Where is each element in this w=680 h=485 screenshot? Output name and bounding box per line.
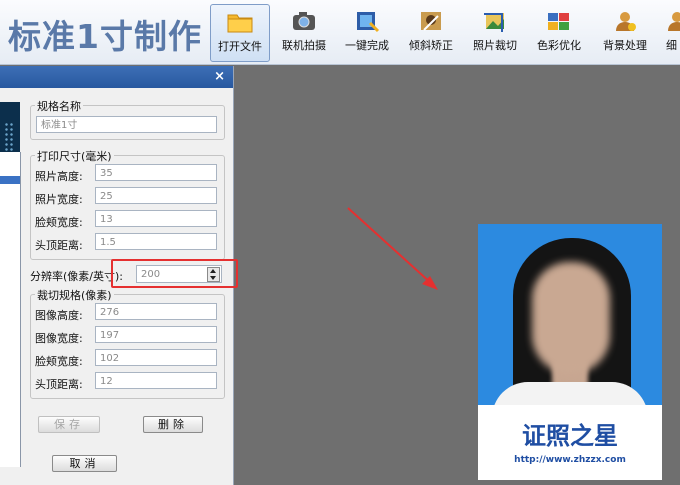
open-file-button[interactable]: 打开文件 xyxy=(210,4,270,62)
detail-label: 细 xyxy=(666,39,677,52)
color-optimize-label: 色彩优化 xyxy=(537,39,581,52)
detail-button[interactable]: 细 xyxy=(660,4,680,60)
save-button[interactable]: 保存 xyxy=(38,416,100,433)
online-shoot-label: 联机拍摄 xyxy=(282,39,326,52)
crop-icon xyxy=(484,13,504,32)
list-item-selected[interactable] xyxy=(0,176,20,184)
red-arrow-icon xyxy=(347,207,438,290)
spec-name-legend: 规格名称 xyxy=(35,98,83,114)
image-height-label: 图像高度: xyxy=(35,309,83,322)
spec-name-group: 规格名称 标准1寸 xyxy=(30,98,225,140)
color-optimize-icon xyxy=(548,13,569,30)
film-magic-icon xyxy=(357,12,380,33)
crop-spec-group: 裁切规格(像素) 图像高度: 276 图像宽度: 197 脸颊宽度: 102 头… xyxy=(30,287,225,399)
image-width-label: 图像宽度: xyxy=(35,332,83,345)
crop-face-width-input[interactable]: 102 xyxy=(95,349,217,366)
image-width-input[interactable]: 197 xyxy=(95,326,217,343)
background-process-button[interactable]: 背景处理 xyxy=(596,4,654,60)
crop-label: 照片裁切 xyxy=(473,39,517,52)
watermark-title: 证照之星 xyxy=(522,422,618,450)
face-width-label: 脸颊宽度: xyxy=(35,216,83,229)
crop-spec-legend: 裁切规格(像素) xyxy=(35,287,114,303)
watermark-url: http://www.zhzzx.com xyxy=(514,455,626,465)
resolution-label: 分辨率(像素/英寸): xyxy=(30,270,123,283)
print-size-legend: 打印尺寸(毫米) xyxy=(35,148,114,164)
spec-name-input[interactable]: 标准1寸 xyxy=(36,116,217,133)
background-process-icon xyxy=(616,12,636,31)
tilt-correct-label: 倾斜矫正 xyxy=(409,39,453,52)
color-optimize-button[interactable]: 色彩优化 xyxy=(530,4,588,60)
online-shoot-button[interactable]: 联机拍摄 xyxy=(275,4,333,60)
crop-button[interactable]: 照片裁切 xyxy=(466,4,524,60)
portrait-face-blurred xyxy=(532,262,610,374)
portrait-shirt xyxy=(492,382,648,405)
dialog-titlebar: × xyxy=(0,66,233,88)
person-icon xyxy=(668,12,680,31)
head-top-input[interactable]: 1.5 xyxy=(95,233,217,250)
open-file-label: 打开文件 xyxy=(218,40,262,53)
tilt-correct-icon xyxy=(421,12,441,31)
main-toolbar: 标准1寸制作 打开文件 联机拍摄 一键完成 倾斜矫正 照片裁切 色彩优化 背景处… xyxy=(0,0,680,65)
crop-head-top-label: 头顶距离: xyxy=(35,378,83,391)
photo-background xyxy=(478,224,662,405)
app-title: 标准1寸制作 xyxy=(8,17,202,56)
photo-height-label: 照片高度: xyxy=(35,170,83,183)
background-process-label: 背景处理 xyxy=(603,39,647,52)
delete-button[interactable]: 删除 xyxy=(143,416,203,433)
image-height-input[interactable]: 276 xyxy=(95,303,217,320)
folder-icon xyxy=(227,14,253,33)
cancel-button[interactable]: 取消 xyxy=(52,455,117,472)
photo-width-input[interactable]: 25 xyxy=(95,187,217,204)
one-click-button[interactable]: 一键完成 xyxy=(338,4,396,60)
face-width-input[interactable]: 13 xyxy=(95,210,217,227)
crop-face-width-label: 脸颊宽度: xyxy=(35,355,83,368)
preview-photo: 证照之星 http://www.zhzzx.com xyxy=(478,224,662,480)
tilt-correct-button[interactable]: 倾斜矫正 xyxy=(402,4,460,60)
camera-icon xyxy=(293,12,315,30)
crop-head-top-input[interactable]: 12 xyxy=(95,372,217,389)
resolution-highlight-box xyxy=(111,259,238,288)
photo-height-input[interactable]: 35 xyxy=(95,164,217,181)
head-top-label: 头顶距离: xyxy=(35,239,83,252)
photo-width-label: 照片宽度: xyxy=(35,193,83,206)
one-click-label: 一键完成 xyxy=(345,39,389,52)
close-icon[interactable]: × xyxy=(214,69,225,84)
spec-list[interactable] xyxy=(0,152,21,467)
print-size-group: 打印尺寸(毫米) 照片高度: 35 照片宽度: 25 脸颊宽度: 13 头顶距离… xyxy=(30,148,225,260)
